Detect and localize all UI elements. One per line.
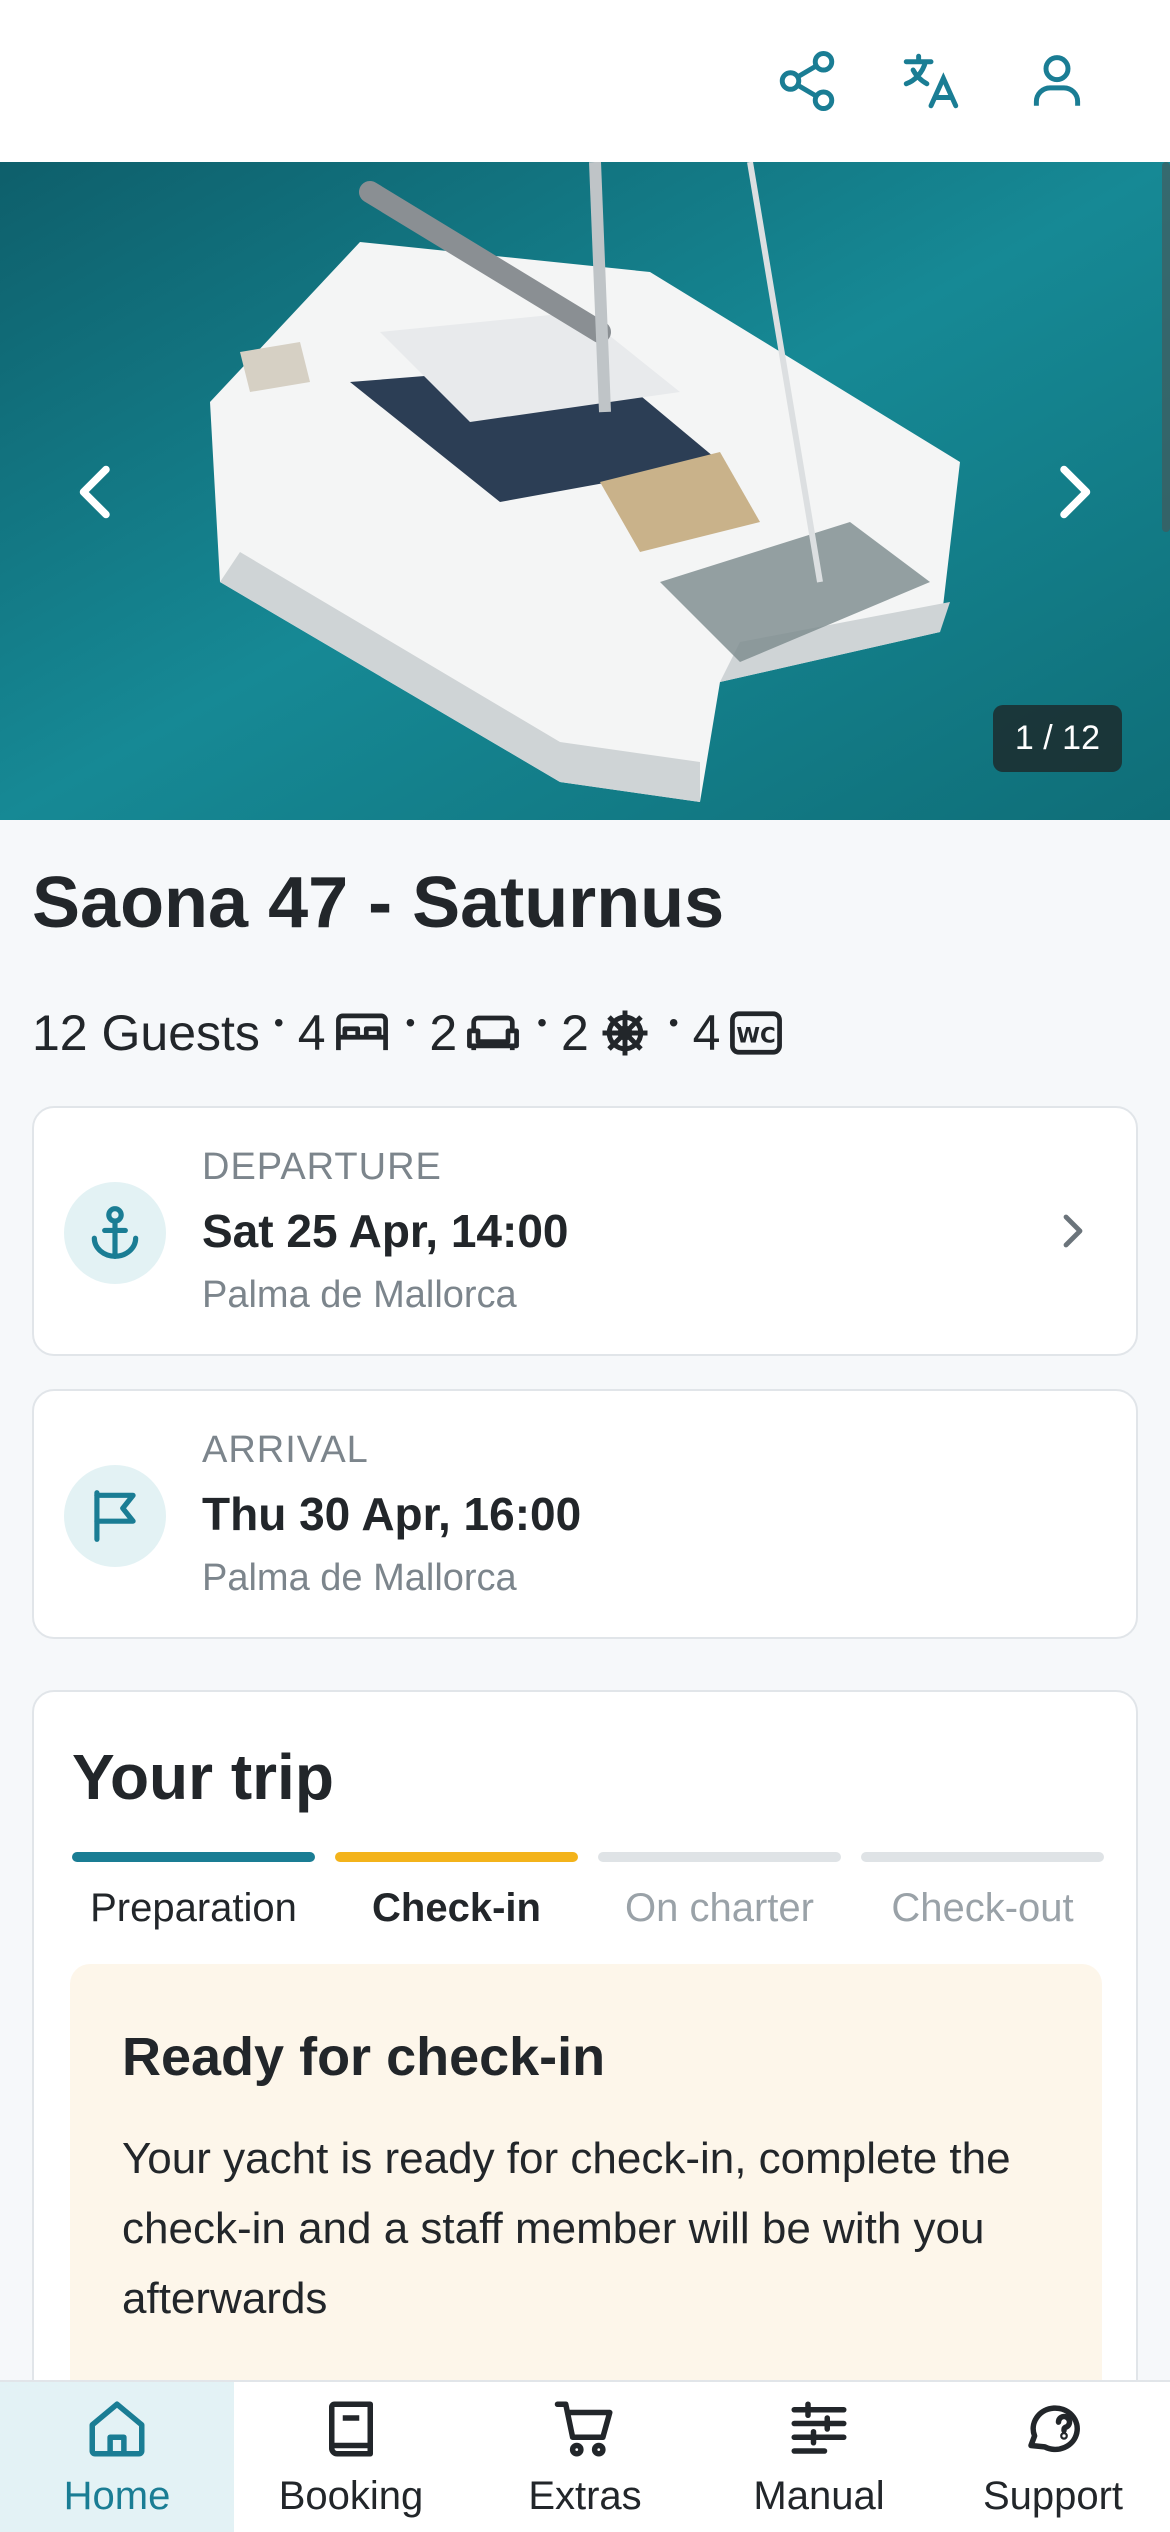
step-check-in: Check-in [335,1852,578,1931]
yacht-photo-gallery[interactable]: 1 / 12 [0,162,1170,820]
saloon-count: 2 [429,1005,458,1061]
nav-support[interactable]: Support [936,2382,1170,2532]
separator-dot: • [405,1007,416,1038]
guests-count: 12 Guests [32,1005,260,1061]
chevron-right-icon [1063,1214,1083,1248]
step-label: Check-out [891,1886,1074,1930]
nav-label: Manual [753,2474,885,2518]
gallery-prev-button[interactable] [56,442,136,542]
step-bar [861,1852,1104,1862]
translate-icon [903,53,959,109]
step-on-charter: On charter [598,1852,841,1931]
notice-body: Your yacht is ready for check-in, comple… [122,2134,1011,2323]
separator-dot: • [668,1007,679,1038]
step-bar [598,1852,841,1862]
step-bar [335,1852,578,1862]
bed-icon [335,1013,388,1051]
step-check-out: Check-out [861,1852,1104,1931]
nav-manual[interactable]: Manual [702,2382,936,2532]
bottom-navigation: Home Booking Extras Manual Support [0,2380,1170,2532]
nav-extras[interactable]: Extras [468,2382,702,2532]
separator-dot: • [273,1007,284,1038]
anchor-icon-badge [64,1182,166,1284]
home-icon [89,2401,145,2457]
chat-icon [1028,2405,1080,2453]
gallery-next-button[interactable] [1034,442,1114,542]
translate-button[interactable] [890,40,972,122]
gallery-counter: 1 / 12 [992,705,1122,772]
trip-progress: Preparation Check-in On charter Check-ou… [72,1852,1104,1931]
departure-place: Palma de Mallorca [202,1274,517,1316]
flag-icon-badge [64,1465,166,1567]
arrival-card: ARRIVAL Thu 30 Apr, 16:00 Palma de Mallo… [32,1389,1138,1639]
yacht-name: Saona 47 - Saturnus [32,863,725,943]
scrollbar[interactable] [1162,162,1170,532]
profile-button[interactable] [1016,40,1098,122]
helm-count: 2 [560,1005,589,1061]
anchor-icon [91,1206,139,1259]
cart-icon [554,2401,613,2457]
trip-title: Your trip [72,1741,334,1813]
nav-home[interactable]: Home [0,2382,234,2532]
chevron-left-icon [79,465,110,519]
step-label: Preparation [90,1886,297,1930]
nav-label: Home [63,2474,171,2518]
nav-booking[interactable]: Booking [234,2382,468,2532]
step-label: Check-in [372,1886,541,1930]
nav-label: Extras [528,2474,642,2518]
flag-icon [94,1490,136,1542]
step-preparation: Preparation [72,1852,315,1931]
book-icon [329,2401,373,2457]
notice-title: Ready for check-in [122,2027,606,2087]
step-bar [72,1852,315,1862]
nav-label: Booking [278,2474,424,2518]
manual-icon [791,2401,847,2454]
arrival-place: Palma de Mallorca [202,1557,517,1599]
yacht-specs: 12 Guests • 4 • 2 • 2 • 4 WC [32,998,786,1068]
arrival-label: ARRIVAL [202,1429,369,1471]
wc-count: 4 [692,1005,721,1061]
share-icon [779,51,835,111]
chevron-right-icon [1060,465,1091,519]
departure-label: DEPARTURE [202,1146,442,1188]
departure-card[interactable]: DEPARTURE Sat 25 Apr, 14:00 Palma de Mal… [32,1106,1138,1356]
arrival-datetime: Thu 30 Apr, 16:00 [202,1488,582,1540]
share-button[interactable] [766,40,848,122]
svg-text:WC: WC [737,1024,776,1049]
top-app-bar [0,0,1170,162]
nav-label: Support [982,2474,1124,2518]
profile-icon [1033,55,1081,106]
step-label: On charter [625,1886,814,1930]
cabins-count: 4 [297,1005,326,1061]
sofa-icon [467,1015,520,1051]
helm-icon [602,1010,648,1056]
separator-dot: • [537,1007,547,1038]
wc-icon: WC [730,1011,783,1055]
departure-datetime: Sat 25 Apr, 14:00 [202,1205,569,1257]
